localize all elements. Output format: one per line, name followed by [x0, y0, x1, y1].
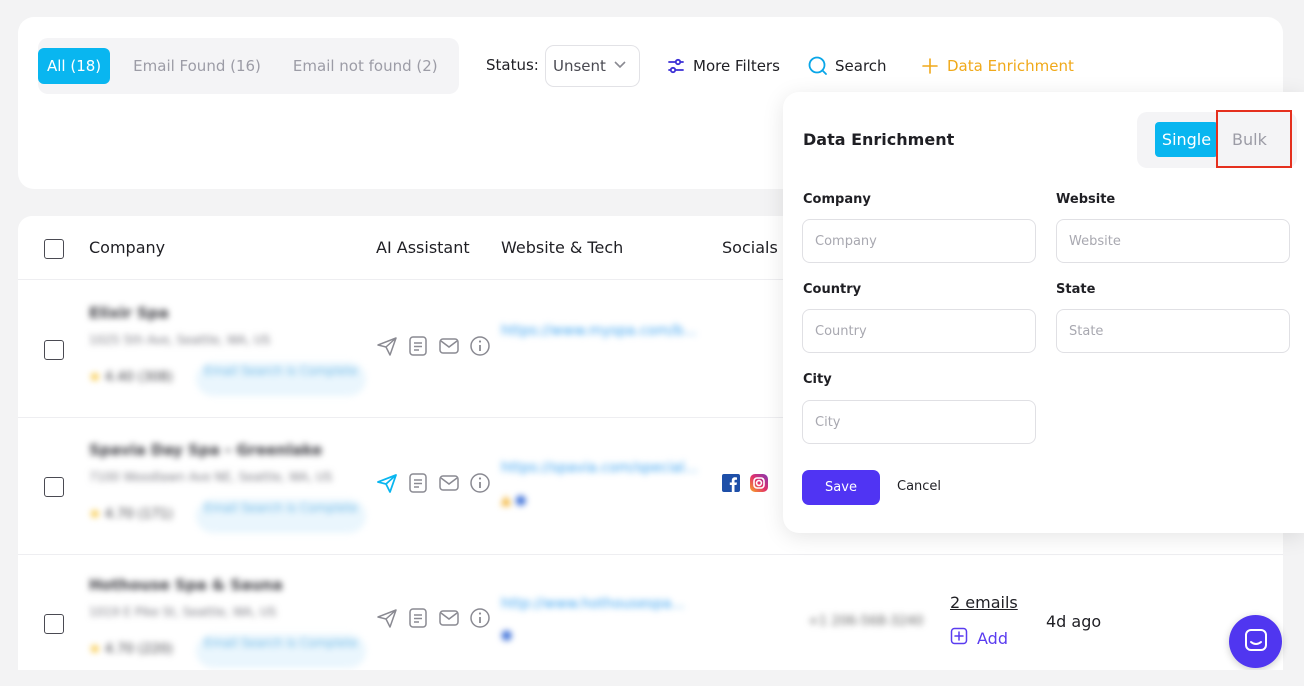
- city-input[interactable]: [802, 400, 1036, 444]
- website-link[interactable]: https://spavia.com/special...: [501, 460, 698, 476]
- state-field-label: State: [1056, 282, 1096, 297]
- data-enrichment-button[interactable]: Data Enrichment: [920, 56, 1074, 76]
- plus-icon: [920, 56, 940, 76]
- facebook-icon[interactable]: [722, 474, 740, 496]
- email-status-badge: Email Search is Complete: [196, 634, 366, 668]
- rating-value: 4.70 (220): [104, 642, 173, 657]
- website-input[interactable]: [1056, 219, 1290, 263]
- website-link[interactable]: http://www.hothousespa...: [501, 596, 685, 612]
- rating-value: 4.40 (308): [104, 370, 173, 385]
- website-link[interactable]: https://www.myspa.com/b...: [501, 323, 697, 339]
- ai-assistant-actions: [375, 606, 491, 629]
- document-icon[interactable]: [406, 606, 429, 629]
- search-button[interactable]: Search: [808, 56, 887, 76]
- website-field-label: Website: [1056, 192, 1116, 207]
- search-icon: [808, 56, 828, 76]
- sliders-icon: [666, 56, 686, 76]
- row-checkbox[interactable]: [44, 340, 64, 360]
- header-company: Company: [89, 238, 166, 257]
- mail-icon[interactable]: [437, 334, 460, 357]
- email-filter-tabs: All (18) Email Found (16) Email not foun…: [38, 38, 459, 94]
- company-name[interactable]: Elixir Spa: [89, 304, 169, 322]
- add-email-button[interactable]: Add: [950, 627, 1008, 649]
- company-field-label: Company: [803, 192, 871, 207]
- bulk-highlight-box: [1216, 110, 1292, 168]
- send-icon[interactable]: [375, 471, 398, 494]
- select-all-checkbox[interactable]: [44, 239, 64, 259]
- tab-email-not-found[interactable]: Email not found (2): [284, 48, 447, 84]
- status-label: Status:: [486, 56, 539, 74]
- emails-link[interactable]: 2 emails: [950, 593, 1018, 612]
- status-select[interactable]: Unsent: [545, 45, 640, 87]
- info-icon[interactable]: [468, 334, 491, 357]
- chat-icon: [1243, 627, 1269, 657]
- info-icon[interactable]: [468, 471, 491, 494]
- mail-icon[interactable]: [437, 471, 460, 494]
- status-value: Unsent: [553, 57, 606, 75]
- company-address: 1025 5th Ave, Seattle, WA, US: [89, 333, 271, 347]
- document-icon[interactable]: [406, 471, 429, 494]
- tab-email-found[interactable]: Email Found (16): [124, 48, 270, 84]
- email-status-badge: Email Search is Complete: [196, 362, 366, 396]
- tech-icons: ▲ ●: [501, 493, 527, 508]
- table-row[interactable]: Hothouse Spa & Sauna 1019 E Pike St, Sea…: [18, 555, 1283, 676]
- email-status-badge: Email Search is Complete: [196, 499, 366, 533]
- header-ai-assistant: AI Assistant: [376, 238, 470, 257]
- add-label: Add: [977, 628, 1008, 648]
- panel-title: Data Enrichment: [803, 130, 955, 149]
- country-input[interactable]: [802, 309, 1036, 353]
- send-icon[interactable]: [375, 606, 398, 629]
- chat-launcher-button[interactable]: [1229, 615, 1282, 668]
- chevron-down-icon: [613, 57, 627, 75]
- mail-icon[interactable]: [437, 606, 460, 629]
- tab-all[interactable]: All (18): [38, 48, 111, 84]
- tech-icons: ●: [501, 628, 513, 643]
- document-icon[interactable]: [406, 334, 429, 357]
- city-field-label: City: [803, 372, 832, 387]
- social-links: [722, 474, 768, 496]
- phone-number: +1 206-568-3240: [808, 614, 924, 629]
- company-name[interactable]: Spavia Day Spa - Greenlake: [89, 441, 322, 459]
- instagram-icon[interactable]: [750, 474, 768, 496]
- save-button[interactable]: Save: [802, 470, 880, 505]
- header-socials: Socials: [722, 238, 778, 257]
- state-input[interactable]: [1056, 309, 1290, 353]
- ai-assistant-actions: [375, 334, 491, 357]
- company-input[interactable]: [802, 219, 1036, 263]
- mode-single-button[interactable]: Single: [1155, 122, 1218, 157]
- company-rating: ★ 4.70 (171): [89, 507, 173, 522]
- company-rating: ★ 4.40 (308): [89, 370, 173, 385]
- company-rating: ★ 4.70 (220): [89, 642, 173, 657]
- rating-value: 4.70 (171): [104, 507, 173, 522]
- cancel-button[interactable]: Cancel: [897, 479, 941, 494]
- header-website-tech: Website & Tech: [501, 238, 624, 257]
- last-activity: 4d ago: [1046, 612, 1102, 631]
- search-label: Search: [835, 57, 887, 75]
- more-filters-button[interactable]: More Filters: [666, 56, 780, 76]
- company-name[interactable]: Hothouse Spa & Sauna: [89, 576, 283, 594]
- info-icon[interactable]: [468, 606, 491, 629]
- country-field-label: Country: [803, 282, 862, 297]
- row-checkbox[interactable]: [44, 477, 64, 497]
- page-bottom-strip: [0, 670, 1304, 686]
- company-address: 7100 Woodlawn Ave NE, Seattle, WA, US: [89, 470, 333, 484]
- more-filters-label: More Filters: [693, 57, 780, 75]
- plus-square-icon: [950, 627, 968, 649]
- row-checkbox[interactable]: [44, 614, 64, 634]
- send-icon[interactable]: [375, 334, 398, 357]
- company-address: 1019 E Pike St, Seattle, WA, US: [89, 605, 277, 619]
- ai-assistant-actions: [375, 471, 491, 494]
- data-enrichment-label: Data Enrichment: [947, 57, 1074, 75]
